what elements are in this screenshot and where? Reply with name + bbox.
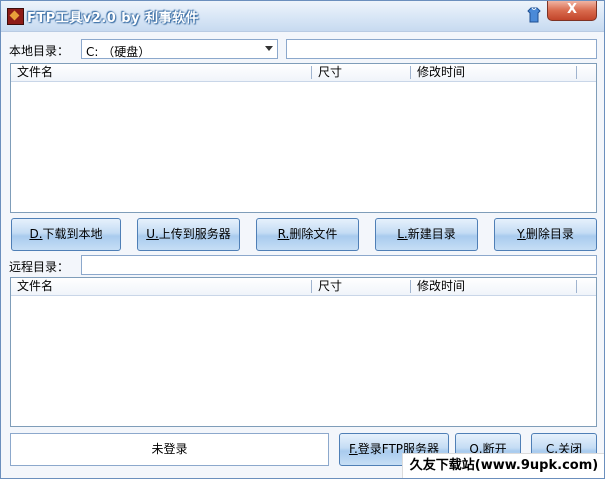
local-dir-label: 本地目录： [9,44,70,58]
column-header-modified[interactable]: 修改时间 [417,280,465,293]
drive-select-value: C: （硬盘） [86,45,151,59]
column-header-size[interactable]: 尺寸 [318,280,342,293]
remote-file-list[interactable]: 文件名 尺寸 修改时间 [10,277,597,427]
delete-file-button[interactable]: R.删除文件 [256,218,359,251]
column-header-filename[interactable]: 文件名 [17,280,53,293]
column-divider[interactable] [576,280,577,293]
column-divider[interactable] [311,280,312,293]
delete-directory-button[interactable]: Y.删除目录 [494,218,597,251]
column-divider[interactable] [576,66,577,79]
login-status: 未登录 [10,433,329,466]
column-divider[interactable] [311,66,312,79]
column-header-size[interactable]: 尺寸 [318,66,342,79]
app-window: FTP工具v2.0 by 利事软件 X 本地目录： C: （硬盘） 文件名 尺寸… [0,0,605,479]
window-title: FTP工具v2.0 by 利事软件 [27,11,200,26]
remote-path-input[interactable] [81,255,597,275]
chevron-down-icon[interactable] [265,46,273,51]
local-file-list[interactable]: 文件名 尺寸 修改时间 [10,63,597,213]
column-divider[interactable] [410,66,411,79]
column-header-filename[interactable]: 文件名 [17,66,53,79]
new-directory-button[interactable]: L.新建目录 [375,218,478,251]
title-bar[interactable]: FTP工具v2.0 by 利事软件 X [1,1,604,32]
column-header-modified[interactable]: 修改时间 [417,66,465,79]
remote-list-header: 文件名 尺寸 修改时间 [11,278,596,296]
local-list-header: 文件名 尺寸 修改时间 [11,64,596,82]
download-button[interactable]: D.下载到本地 [11,218,121,251]
clothing-icon[interactable] [527,7,541,23]
upload-button[interactable]: U.上传到服务器 [137,218,240,251]
column-divider[interactable] [410,280,411,293]
app-icon [7,8,24,25]
watermark: 久友下载站(www.9upk.com) [402,453,604,478]
remote-dir-label: 远程目录： [9,260,70,274]
drive-select[interactable]: C: （硬盘） [81,39,278,59]
local-path-input[interactable] [286,39,597,59]
close-window-button[interactable]: X [547,1,597,21]
